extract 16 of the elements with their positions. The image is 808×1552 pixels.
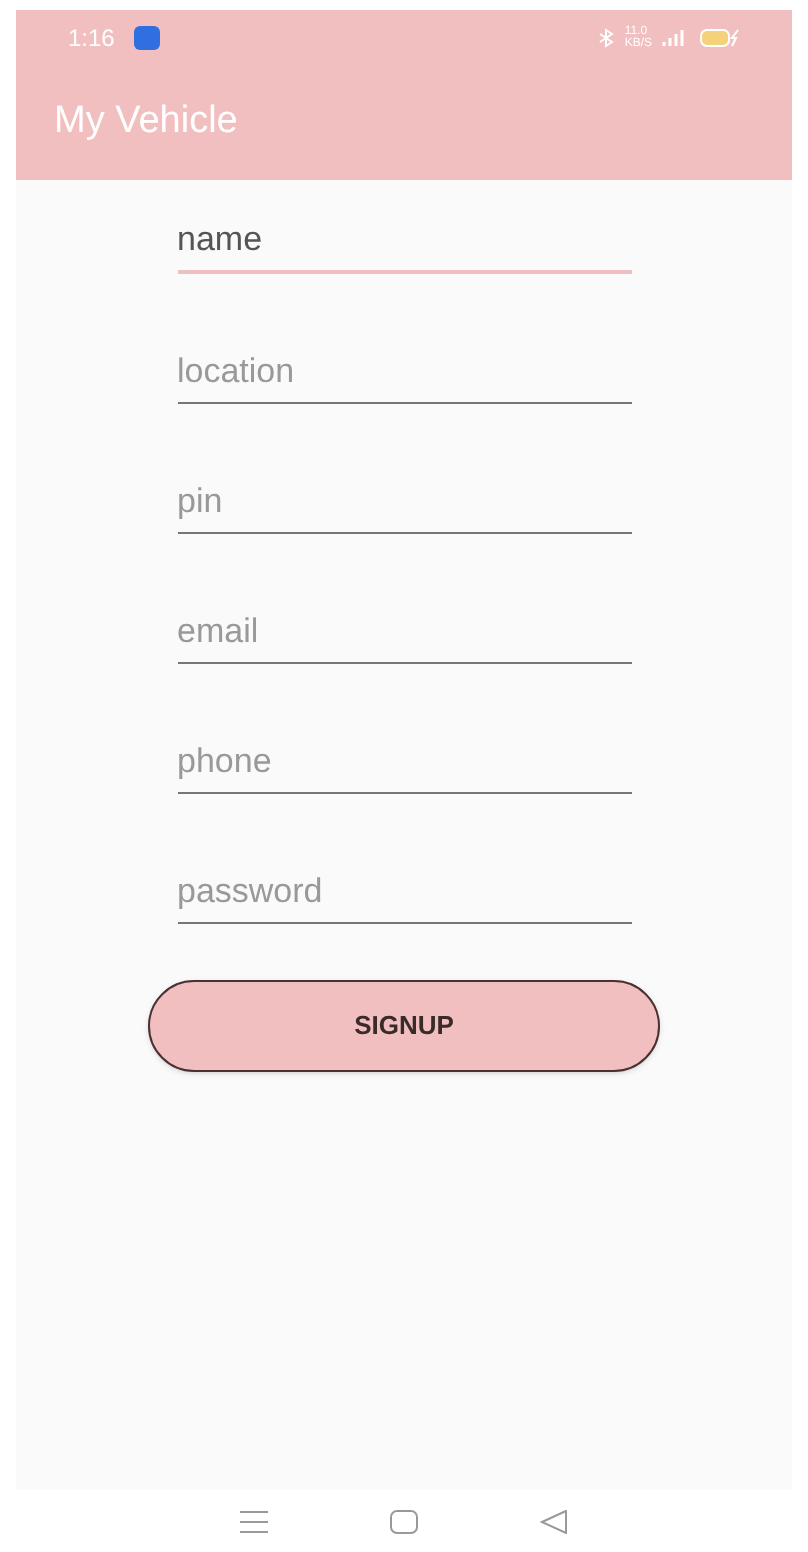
app-title: My Vehicle [54,98,238,147]
text-input-field[interactable]: email [177,600,631,664]
signal-icon [662,28,690,48]
home-icon[interactable] [389,1509,418,1533]
bluetooth-icon [598,28,615,48]
notification-icon [134,26,161,50]
signup-button[interactable]: SIGNUP [148,980,660,1072]
text-input-field[interactable]: password [177,860,631,924]
status-time: 1:16 [68,22,115,56]
text-input-field[interactable]: location [177,340,631,404]
menu-icon[interactable] [240,1509,269,1533]
text-input-field[interactable]: phone [177,730,631,794]
battery-charging-icon [700,28,740,48]
text-input-field[interactable]: name [177,210,631,274]
text-input-field[interactable]: pin [177,470,631,534]
back-icon[interactable] [539,1509,568,1533]
